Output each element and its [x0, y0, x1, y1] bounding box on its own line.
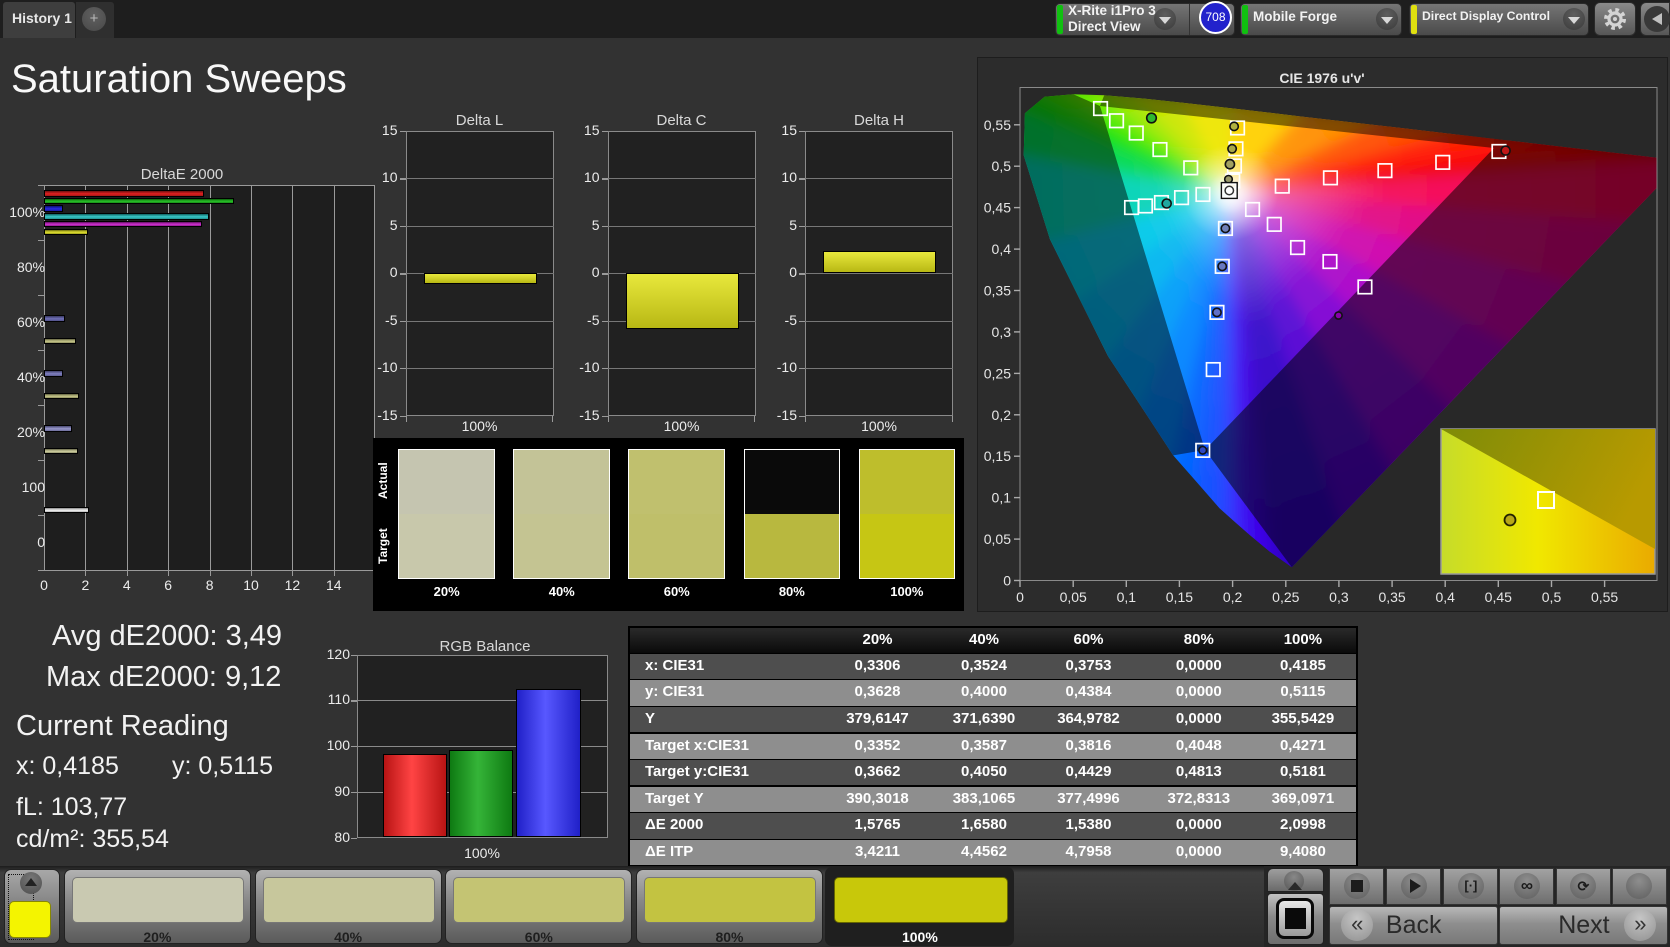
svg-text:0,3: 0,3 — [1329, 589, 1349, 605]
svg-text:0,5: 0,5 — [992, 158, 1012, 174]
svg-text:0,05: 0,05 — [1060, 589, 1087, 605]
svg-text:0: 0 — [1003, 573, 1011, 589]
svg-text:CIE 1976 u'v': CIE 1976 u'v' — [1279, 70, 1364, 86]
svg-text:0,1: 0,1 — [1117, 589, 1137, 605]
svg-text:0,55: 0,55 — [984, 117, 1011, 133]
svg-text:0,35: 0,35 — [984, 283, 1011, 299]
svg-text:0,35: 0,35 — [1378, 589, 1405, 605]
svg-text:0,1: 0,1 — [992, 490, 1012, 506]
svg-text:0,5: 0,5 — [1542, 589, 1562, 605]
svg-text:0,55: 0,55 — [1591, 589, 1618, 605]
svg-text:0,45: 0,45 — [984, 200, 1011, 216]
svg-text:0,45: 0,45 — [1485, 589, 1512, 605]
svg-text:0,2: 0,2 — [1223, 589, 1243, 605]
svg-text:0,15: 0,15 — [984, 448, 1011, 464]
svg-text:0,05: 0,05 — [984, 531, 1011, 547]
svg-text:0,4: 0,4 — [992, 241, 1012, 257]
svg-text:0,2: 0,2 — [992, 407, 1012, 423]
svg-text:0,15: 0,15 — [1166, 589, 1193, 605]
svg-text:0,25: 0,25 — [1272, 589, 1299, 605]
svg-text:0,3: 0,3 — [992, 324, 1012, 340]
svg-text:0: 0 — [1016, 589, 1024, 605]
svg-text:0,4: 0,4 — [1435, 589, 1455, 605]
svg-text:0,25: 0,25 — [984, 365, 1011, 381]
